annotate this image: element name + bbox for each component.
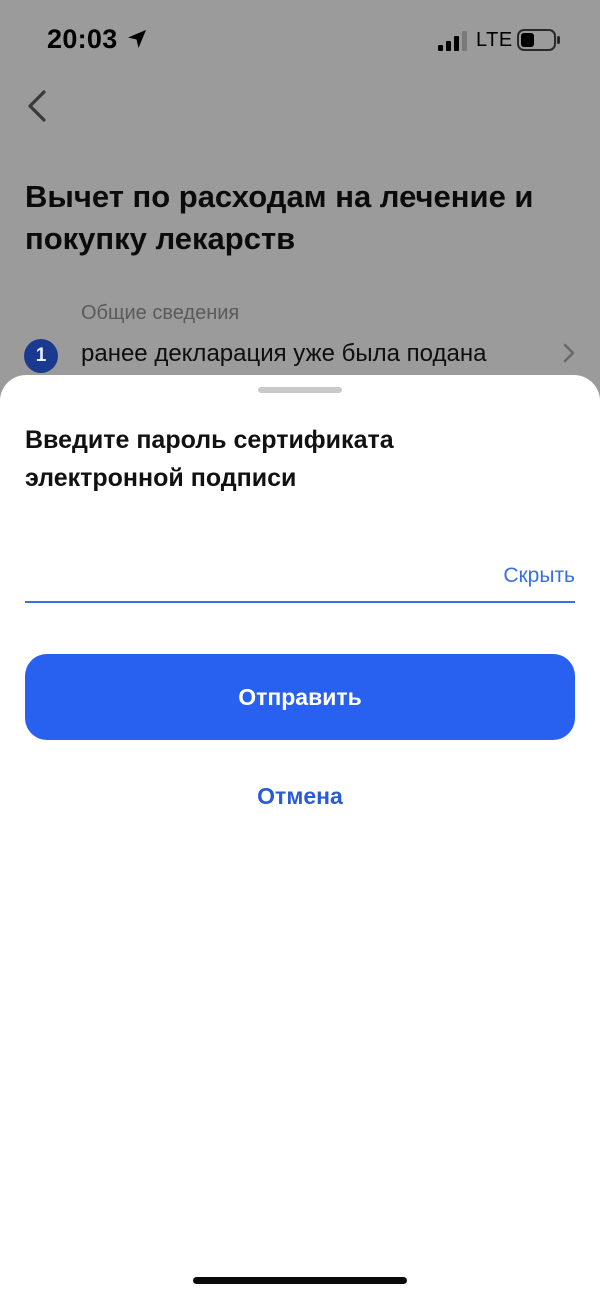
network-type-label: LTE [476, 29, 513, 51]
battery-icon [517, 29, 560, 51]
step-text[interactable]: ранее декларация уже была подана [81, 340, 486, 368]
location-arrow-icon [128, 30, 146, 48]
chevron-right-icon[interactable] [560, 341, 578, 365]
sheet-drag-handle[interactable] [258, 387, 342, 393]
page-title: Вычет по расходам на лечение и покупку л… [25, 179, 534, 256]
password-bottom-sheet: Введите пароль сертификата электронной п… [0, 375, 600, 1297]
back-chevron-icon[interactable] [22, 86, 54, 126]
status-bar: 20:03 LTE [0, 0, 600, 80]
cancel-button[interactable]: Отмена [200, 775, 400, 817]
submit-button[interactable]: Отправить [25, 654, 575, 740]
screen: 20:03 LTE Вычет по расходам на лечение и… [0, 0, 600, 1297]
password-input[interactable] [25, 559, 475, 599]
home-indicator [193, 1277, 407, 1284]
cellular-signal-icon [438, 31, 467, 51]
status-time: 20:03 [47, 24, 118, 54]
hide-password-toggle[interactable]: Скрыть [503, 564, 575, 588]
password-field: Скрыть [25, 555, 575, 603]
sheet-title: Введите пароль сертификата электронной п… [25, 426, 394, 492]
step-number-badge: 1 [24, 339, 58, 373]
step-caption: Общие сведения [81, 302, 240, 324]
